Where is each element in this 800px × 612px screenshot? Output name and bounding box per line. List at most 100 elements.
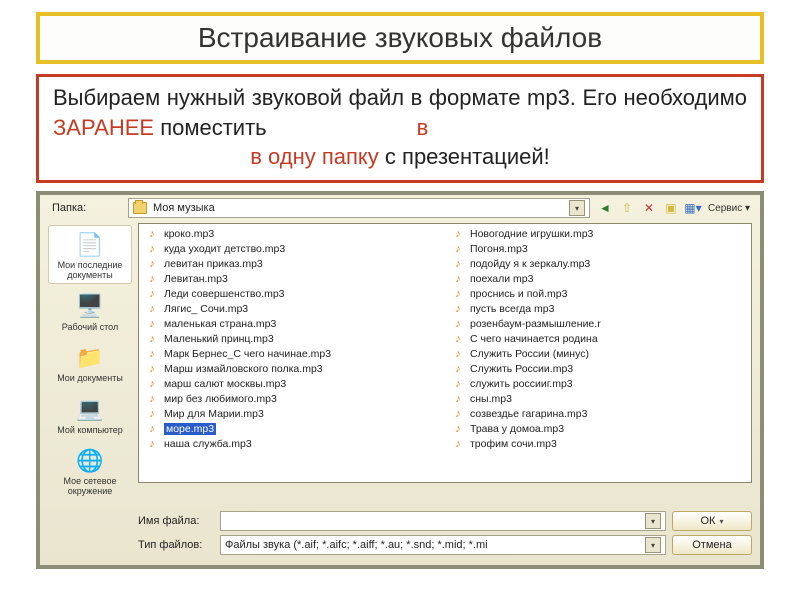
file-item[interactable]: марш салют москвы.mp3 xyxy=(145,376,439,391)
file-name: сны.mp3 xyxy=(470,393,512,405)
audio-file-icon xyxy=(145,408,159,420)
file-item[interactable]: Новогодние игрушки.mp3 xyxy=(451,226,745,241)
sidebar-label-0: Мои последние документы xyxy=(51,261,129,280)
file-item[interactable]: сны.mp3 xyxy=(451,391,745,406)
audio-file-icon xyxy=(451,243,465,255)
file-name: наша служба.mp3 xyxy=(164,438,252,450)
file-name: пусть всегда mp3 xyxy=(470,303,554,315)
file-item[interactable]: проснись и пой.mp3 xyxy=(451,286,745,301)
file-item[interactable]: море.mp3 xyxy=(145,421,439,436)
audio-file-icon xyxy=(451,258,465,270)
folder-dropdown[interactable]: Моя музыка ▾ xyxy=(128,198,590,218)
new-folder-icon[interactable]: ▣ xyxy=(662,199,680,217)
audio-file-icon xyxy=(451,393,465,405)
file-item[interactable]: Маленький принц.mp3 xyxy=(145,331,439,346)
file-item[interactable]: кроко.mp3 xyxy=(145,226,439,241)
file-item[interactable]: наша служба.mp3 xyxy=(145,436,439,451)
file-name: Левитан.mp3 xyxy=(164,273,228,285)
file-item[interactable]: Марш измайловского полка.mp3 xyxy=(145,361,439,376)
audio-file-icon xyxy=(451,288,465,300)
filename-label: Имя файла: xyxy=(138,515,214,527)
file-item[interactable]: розенбаум-размышление.r xyxy=(451,316,745,331)
file-name: море.mp3 xyxy=(164,423,216,435)
toolbar: ◄ ⇧ ✕ ▣ ▦▾ Сервис ▾ xyxy=(596,199,752,217)
network-icon: 🌐 xyxy=(73,445,107,475)
sidebar-item-mycomputer[interactable]: 💻 Мой компьютер xyxy=(48,391,132,438)
info-red-2: в одну папку xyxy=(250,144,379,169)
chevron-down-icon[interactable]: ▾ xyxy=(569,200,585,216)
file-item[interactable]: Трава у домоа.mp3 xyxy=(451,421,745,436)
up-icon[interactable]: ⇧ xyxy=(618,199,636,217)
ok-button[interactable]: ОК ▾ xyxy=(672,511,752,531)
file-item[interactable]: Погоня.mp3 xyxy=(451,241,745,256)
desktop-icon: 🖥️ xyxy=(73,291,107,321)
file-item[interactable]: Левитан.mp3 xyxy=(145,271,439,286)
filename-input[interactable]: ▾ xyxy=(220,511,666,531)
audio-file-icon xyxy=(451,378,465,390)
file-item[interactable]: Лягис_ Сочи.mp3 xyxy=(145,301,439,316)
file-item[interactable]: Служить России.mp3 xyxy=(451,361,745,376)
sidebar-label-1: Рабочий стол xyxy=(62,323,119,332)
audio-file-icon xyxy=(145,243,159,255)
file-item[interactable]: трофим сочи.mp3 xyxy=(451,436,745,451)
file-list[interactable]: кроко.mp3куда уходит детство.mp3 левитан … xyxy=(138,223,752,483)
back-icon[interactable]: ◄ xyxy=(596,199,614,217)
service-menu[interactable]: Сервис ▾ xyxy=(706,199,752,217)
file-item[interactable]: маленькая страна.mp3 xyxy=(145,316,439,331)
sidebar-item-network[interactable]: 🌐 Мое сетевое окружение xyxy=(48,442,132,499)
dialog-header: Папка: Моя музыка ▾ ◄ ⇧ ✕ ▣ ▦▾ Сервис ▾ xyxy=(40,195,760,221)
file-name: маленькая страна.mp3 xyxy=(164,318,276,330)
file-item[interactable]: куда уходит детство.mp3 xyxy=(145,241,439,256)
file-name: подойду я к зеркалу.mp3 xyxy=(470,258,590,270)
filetype-label: Тип файлов: xyxy=(138,539,214,551)
file-item[interactable]: служить россииг.mp3 xyxy=(451,376,745,391)
audio-file-icon xyxy=(145,333,159,345)
chevron-down-icon[interactable]: ▾ xyxy=(645,537,661,553)
file-name: Маленький принц.mp3 xyxy=(164,333,274,345)
sidebar-label-3: Мой компьютер xyxy=(57,426,123,435)
folder-icon xyxy=(133,202,147,214)
audio-file-icon xyxy=(451,438,465,450)
audio-file-icon xyxy=(145,363,159,375)
sidebar-item-desktop[interactable]: 🖥️ Рабочий стол xyxy=(48,288,132,335)
sidebar-item-mydocs[interactable]: 📁 Мои документы xyxy=(48,339,132,386)
info-text-2: поместить xyxy=(154,115,267,140)
file-item[interactable]: созвездье гагарина.mp3 xyxy=(451,406,745,421)
filetype-dropdown[interactable]: Файлы звука (*.aif; *.aifc; *.aiff; *.au… xyxy=(220,535,666,555)
file-item[interactable]: подойду я к зеркалу.mp3 xyxy=(451,256,745,271)
file-name: Трава у домоа.mp3 xyxy=(470,423,564,435)
audio-file-icon xyxy=(145,288,159,300)
chevron-down-icon[interactable]: ▾ xyxy=(645,513,661,529)
sidebar-item-recent[interactable]: 📄 Мои последние документы xyxy=(48,225,132,284)
audio-file-icon xyxy=(451,273,465,285)
audio-file-icon xyxy=(145,258,159,270)
file-item[interactable]: Леди совершенство.mp3 xyxy=(145,286,439,301)
views-icon[interactable]: ▦▾ xyxy=(684,199,702,217)
file-name: Мир для Марии.mp3 xyxy=(164,408,264,420)
file-item[interactable]: поехали mp3 xyxy=(451,271,745,286)
file-item[interactable]: Мир для Марии.mp3 xyxy=(145,406,439,421)
audio-file-icon xyxy=(145,303,159,315)
audio-file-icon xyxy=(451,348,465,360)
ok-label: ОК xyxy=(701,515,716,527)
file-item[interactable]: Марк Бернес_С чего начинае.mp3 xyxy=(145,346,439,361)
file-item[interactable]: пусть всегда mp3 xyxy=(451,301,745,316)
file-item[interactable]: левитан приказ.mp3 xyxy=(145,256,439,271)
delete-icon[interactable]: ✕ xyxy=(640,199,658,217)
sidebar-label-4: Мое сетевое окружение xyxy=(50,477,130,496)
info-text-3: с презентацией! xyxy=(379,144,550,169)
file-item[interactable]: мир без любимого.mp3 xyxy=(145,391,439,406)
cancel-button[interactable]: Отмена xyxy=(672,535,752,555)
file-item[interactable]: С чего начинается родина xyxy=(451,331,745,346)
file-name: левитан приказ.mp3 xyxy=(164,258,263,270)
chevron-down-icon: ▾ xyxy=(719,517,723,526)
file-name: поехали mp3 xyxy=(470,273,533,285)
filetype-value: Файлы звука (*.aif; *.aifc; *.aiff; *.au… xyxy=(225,539,488,551)
file-name: Служить России (минус) xyxy=(470,348,589,360)
file-name: трофим сочи.mp3 xyxy=(470,438,557,450)
recent-icon: 📄 xyxy=(73,229,107,259)
audio-file-icon xyxy=(145,228,159,240)
file-item[interactable]: Служить России (минус) xyxy=(451,346,745,361)
places-sidebar: 📄 Мои последние документы 🖥️ Рабочий сто… xyxy=(48,223,132,499)
info-red-1: ЗАРАНЕЕ xyxy=(53,115,154,140)
